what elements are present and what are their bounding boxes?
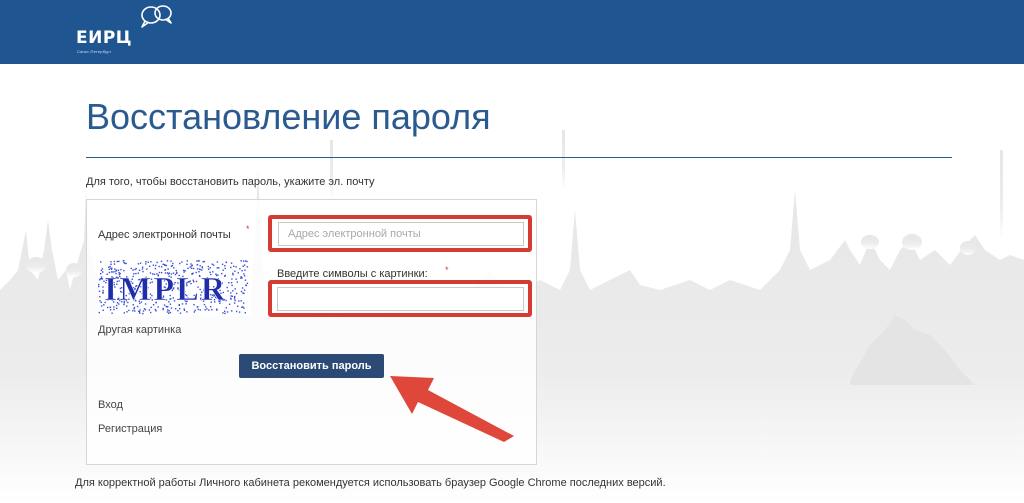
annotation-arrow-icon	[390, 376, 514, 442]
browser-recommendation-note: Для корректной работы Личного кабинета р…	[75, 477, 666, 489]
other-image-link[interactable]: Другая картинка	[98, 324, 181, 336]
captcha-required-mark: *	[445, 265, 449, 275]
intro-text: Для того, чтобы восстановить пароль, ука…	[86, 176, 375, 188]
login-link[interactable]: Вход	[98, 399, 123, 411]
logo-subtitle: Санкт-Петербург	[77, 49, 112, 54]
logo-text: ЕИРЦ	[76, 28, 133, 48]
logo[interactable]: ЕИРЦ Санкт-Петербург	[76, 4, 186, 60]
captcha-label: Введите символы с картинки:	[277, 268, 428, 280]
speech-bubbles-icon	[141, 5, 172, 28]
email-label: Адрес электронной почты	[98, 229, 231, 241]
captcha-input[interactable]	[277, 287, 524, 311]
register-link[interactable]: Регистрация	[98, 423, 162, 435]
captcha-image: IMPLR	[98, 260, 251, 316]
title-divider	[86, 157, 952, 158]
page-title: Восстановление пароля	[86, 96, 491, 137]
restore-password-button[interactable]: Восстановить пароль	[239, 354, 384, 378]
page: ЕИРЦ Санкт-Петербург Восстановление паро…	[0, 0, 1024, 503]
email-input[interactable]	[278, 222, 524, 246]
email-required-mark: *	[246, 224, 250, 234]
header-bar: ЕИРЦ Санкт-Петербург	[0, 0, 1024, 64]
captcha-text: IMPLR	[104, 271, 227, 308]
